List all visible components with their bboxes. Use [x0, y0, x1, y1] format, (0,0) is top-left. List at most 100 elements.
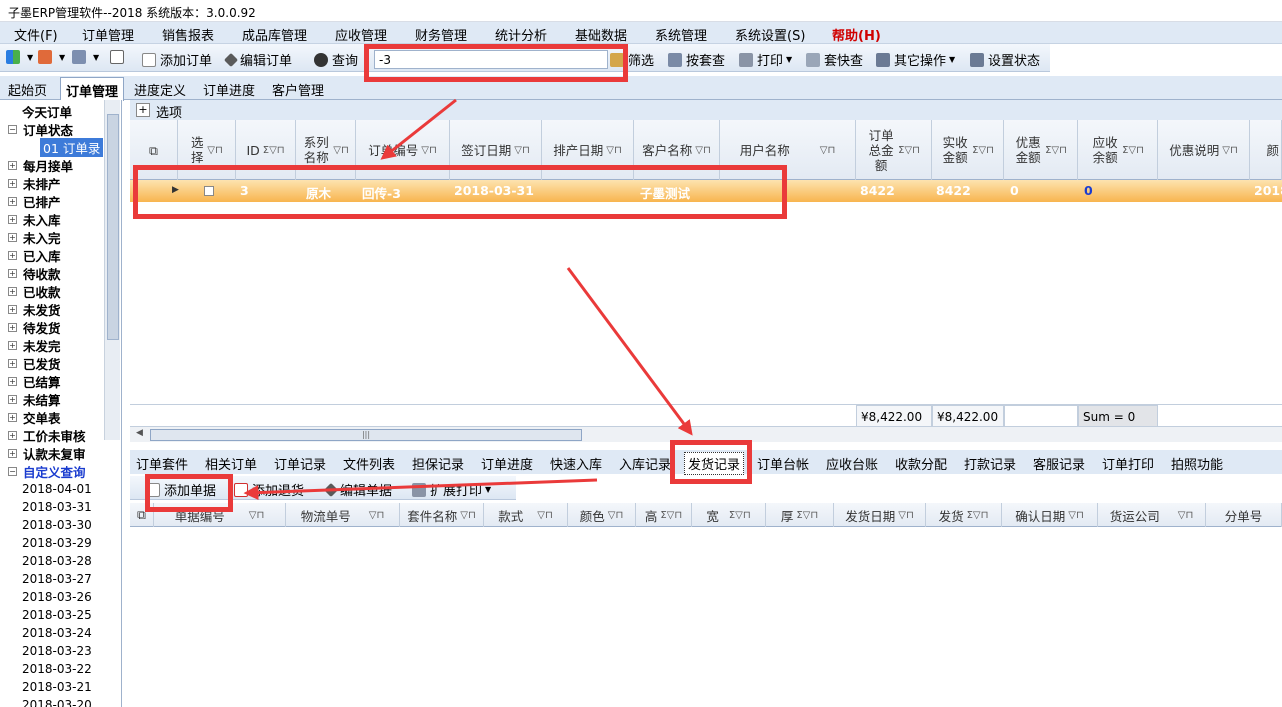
- scroll-left-icon[interactable]: ◀: [136, 428, 143, 438]
- menu-help[interactable]: 帮助(H): [832, 25, 881, 44]
- tree-not-stocked[interactable]: + 未入库: [8, 210, 61, 229]
- subtab-ledger[interactable]: 订单台帐: [757, 454, 809, 473]
- tree-date[interactable]: 2018-03-24: [22, 626, 92, 640]
- tab-home[interactable]: 起始页: [8, 80, 47, 99]
- tree-payment-unreviewed[interactable]: + 认款未复审: [8, 444, 86, 463]
- tree-wage-unreviewed[interactable]: + 工价未审核: [8, 426, 86, 445]
- menu-system-settings[interactable]: 系统设置(S): [735, 25, 805, 44]
- col-color[interactable]: 颜: [1250, 120, 1282, 180]
- col-received[interactable]: 实收金额 Σ▽⊓: [932, 120, 1004, 180]
- subtab-photo[interactable]: 拍照功能: [1171, 454, 1223, 473]
- add-order-button[interactable]: 添加订单: [142, 50, 212, 69]
- tree-ship-incomplete[interactable]: + 未发完: [8, 336, 61, 355]
- tree-date[interactable]: 2018-03-28: [22, 554, 92, 568]
- col-confirm-date[interactable]: 确认日期 ▽⊓: [1002, 503, 1098, 527]
- tab-progress-def[interactable]: 进度定义: [134, 80, 186, 99]
- col-carrier[interactable]: 货运公司 ▽⊓: [1098, 503, 1206, 527]
- tree-monthly[interactable]: + 每月接单: [8, 156, 73, 175]
- col-thickness[interactable]: 厚 Σ▽⊓: [766, 503, 834, 527]
- col-total[interactable]: 订单总金额 Σ▽⊓: [856, 120, 932, 180]
- edit-order-button[interactable]: 编辑订单: [223, 50, 292, 69]
- tree-date[interactable]: 2018-03-21: [22, 680, 92, 694]
- subtab-receivable[interactable]: 应收台账: [826, 454, 878, 473]
- tree-not-shipped[interactable]: + 未发货: [8, 300, 61, 319]
- ext-print-button[interactable]: 扩展打印 ▼: [412, 480, 491, 499]
- subtab-payment[interactable]: 打款记录: [964, 454, 1016, 473]
- menu-system-manage[interactable]: 系统管理: [655, 25, 707, 44]
- tree-custom-query[interactable]: − 自定义查询: [8, 462, 86, 481]
- query-button[interactable]: 查询: [314, 50, 358, 69]
- tree-not-complete[interactable]: + 未入完: [8, 228, 61, 247]
- windows-icon[interactable]: ▼: [6, 50, 33, 64]
- tree-unsettled[interactable]: + 未结算: [8, 390, 61, 409]
- col-sub-no[interactable]: 分单号: [1206, 503, 1282, 527]
- tree-scheduled[interactable]: + 已排产: [8, 192, 61, 211]
- other-ops-button[interactable]: 其它操作 ▼: [876, 50, 955, 69]
- menu-file[interactable]: 文件(F): [14, 25, 58, 44]
- subtab-progress[interactable]: 订单进度: [481, 454, 533, 473]
- menu-basic-data[interactable]: 基础数据: [575, 25, 627, 44]
- subtab-quick-stock[interactable]: 快速入库: [550, 454, 602, 473]
- tree-shipped[interactable]: + 已发货: [8, 354, 61, 373]
- col-style[interactable]: 款式 ▽⊓: [484, 503, 568, 527]
- options-label[interactable]: 选项: [156, 102, 182, 121]
- col-kit-name[interactable]: 套件名称 ▽⊓: [400, 503, 484, 527]
- col-discount[interactable]: 优惠金额 Σ▽⊓: [1004, 120, 1078, 180]
- subtab-order-log[interactable]: 订单记录: [274, 454, 326, 473]
- print-button[interactable]: 打印 ▼: [739, 50, 792, 69]
- subtab-print[interactable]: 订单打印: [1102, 454, 1154, 473]
- horizontal-scroll-thumb[interactable]: |||: [150, 429, 582, 441]
- tab-order-manage[interactable]: 订单管理: [60, 77, 125, 101]
- tree-order-entry[interactable]: 01 订单录: [40, 138, 104, 157]
- tree-pending-payment[interactable]: + 待收款: [8, 264, 61, 283]
- col-logistics-no[interactable]: 物流单号 ▽⊓: [286, 503, 400, 527]
- tree-date[interactable]: 2018-03-23: [22, 644, 92, 658]
- by-set-button[interactable]: 按套查: [668, 50, 725, 69]
- menu-order[interactable]: 订单管理: [82, 25, 134, 44]
- tab-order-progress[interactable]: 订单进度: [203, 80, 255, 99]
- col-ship[interactable]: 发货 Σ▽⊓: [926, 503, 1002, 527]
- tree-stocked[interactable]: + 已入库: [8, 246, 61, 265]
- subtab-stock-log[interactable]: 入库记录: [619, 454, 671, 473]
- menu-finance[interactable]: 财务管理: [415, 25, 467, 44]
- subtab-guarantee[interactable]: 担保记录: [412, 454, 464, 473]
- col-ship-date[interactable]: 发货日期 ▽⊓: [834, 503, 926, 527]
- tree-date[interactable]: 2018-03-25: [22, 608, 92, 622]
- col-color[interactable]: 颜色 ▽⊓: [568, 503, 636, 527]
- tree-today[interactable]: 今天订单: [22, 102, 72, 121]
- tree-settled[interactable]: + 已结算: [8, 372, 61, 391]
- subtab-kit[interactable]: 订单套件: [136, 454, 188, 473]
- tree-handover[interactable]: + 交单表: [8, 408, 61, 427]
- menu-warehouse[interactable]: 成品库管理: [242, 25, 307, 44]
- menu-receivable[interactable]: 应收管理: [335, 25, 387, 44]
- menu-stats[interactable]: 统计分析: [495, 25, 547, 44]
- filter-icon[interactable]: ▼: [72, 50, 99, 64]
- tree-scrollbar[interactable]: [104, 100, 120, 440]
- collapse-icon[interactable]: −: [8, 125, 17, 134]
- menu-sales-report[interactable]: 销售报表: [162, 25, 214, 44]
- set-quick-button[interactable]: 套快查: [806, 50, 863, 69]
- tree-paid[interactable]: + 已收款: [8, 282, 61, 301]
- col-height[interactable]: 高 Σ▽⊓: [636, 503, 692, 527]
- subtab-service[interactable]: 客服记录: [1033, 454, 1085, 473]
- sort-icon[interactable]: ▼: [38, 50, 65, 64]
- add-return-button[interactable]: 添加退货: [234, 480, 304, 499]
- tree-date[interactable]: 2018-03-26: [22, 590, 92, 604]
- subtab-related[interactable]: 相关订单: [205, 454, 257, 473]
- tree-date[interactable]: 2018-03-30: [22, 518, 92, 532]
- tree-order-status[interactable]: − 订单状态: [8, 120, 73, 139]
- tree-date[interactable]: 2018-04-01: [22, 482, 92, 496]
- col-balance[interactable]: 应收余额 Σ▽⊓: [1078, 120, 1158, 180]
- subtab-allocation[interactable]: 收款分配: [895, 454, 947, 473]
- tree-date[interactable]: 2018-03-29: [22, 536, 92, 550]
- col-discount-note[interactable]: 优惠说明 ▽⊓: [1158, 120, 1250, 180]
- tree-date[interactable]: 2018-03-31: [22, 500, 92, 514]
- tree-to-ship[interactable]: + 待发货: [8, 318, 61, 337]
- refresh-icon[interactable]: [110, 50, 128, 64]
- col-width[interactable]: 宽 Σ▽⊓: [692, 503, 766, 527]
- tree-date[interactable]: 2018-03-20: [22, 698, 92, 707]
- set-status-button[interactable]: 设置状态: [970, 50, 1040, 69]
- edit-doc-button[interactable]: 编辑单据: [323, 480, 392, 499]
- subtab-files[interactable]: 文件列表: [343, 454, 395, 473]
- tree-unscheduled[interactable]: + 未排产: [8, 174, 61, 193]
